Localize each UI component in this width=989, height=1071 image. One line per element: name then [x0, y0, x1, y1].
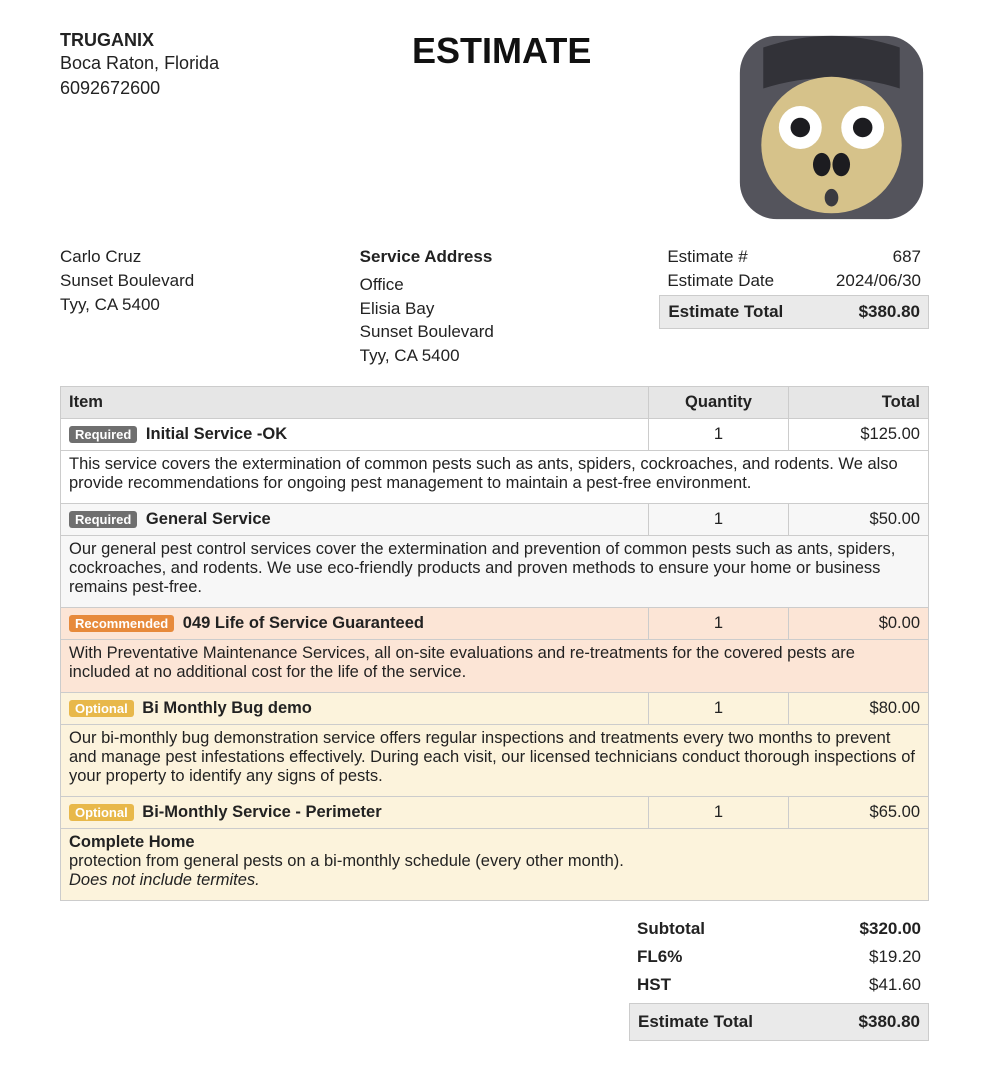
item-tag: Optional: [69, 804, 134, 821]
table-row: Optional Bi Monthly Bug demo 1$80.00: [61, 692, 929, 724]
item-total: $65.00: [789, 796, 929, 828]
item-qty: 1: [649, 418, 789, 450]
table-row: Recommended 049 Life of Service Guarante…: [61, 607, 929, 639]
item-total: $50.00: [789, 503, 929, 535]
item-description: Our general pest control services cover …: [61, 535, 929, 607]
item-tag: Recommended: [69, 615, 174, 632]
table-row-desc: Our general pest control services cover …: [61, 535, 929, 607]
service-address-block: Service Address Office Elisia Bay Sunset…: [360, 245, 630, 368]
customer-line2: Tyy, CA 5400: [60, 293, 330, 317]
service-address-line4: Tyy, CA 5400: [360, 344, 630, 368]
item-description: Complete Homeprotection from general pes…: [61, 828, 929, 900]
company-name: TRUGANIX: [60, 30, 382, 51]
customer-name: Carlo Cruz: [60, 245, 330, 269]
item-total: $80.00: [789, 692, 929, 724]
tax1-value: $19.20: [869, 947, 921, 967]
customer-line1: Sunset Boulevard: [60, 269, 330, 293]
table-row: Required General Service 1$50.00: [61, 503, 929, 535]
item-description: This service covers the extermination of…: [61, 450, 929, 503]
item-total: $125.00: [789, 418, 929, 450]
table-row: Required Initial Service -OK 1$125.00: [61, 418, 929, 450]
item-description: Our bi-monthly bug demonstration service…: [61, 724, 929, 796]
item-qty: 1: [649, 692, 789, 724]
item-qty: 1: [649, 607, 789, 639]
tax2-label: HST: [637, 975, 671, 995]
gorilla-icon: [734, 30, 929, 225]
col-total: Total: [789, 386, 929, 418]
company-logo: [734, 30, 929, 225]
item-name: Initial Service -OK: [141, 425, 287, 443]
totals-block: Subtotal $320.00 FL6% $19.20 HST $41.60 …: [629, 915, 929, 1041]
grand-total-label: Estimate Total: [638, 1012, 753, 1032]
estimate-number: 687: [893, 247, 921, 267]
estimate-number-label: Estimate #: [667, 247, 747, 267]
service-address-line3: Sunset Boulevard: [360, 320, 630, 344]
item-qty: 1: [649, 503, 789, 535]
item-description: With Preventative Maintenance Services, …: [61, 639, 929, 692]
estimate-total-label: Estimate Total: [668, 302, 783, 322]
estimate-total: $380.80: [859, 302, 920, 322]
company-block: TRUGANIX Boca Raton, Florida 6092672600: [60, 30, 382, 101]
item-tag: Optional: [69, 700, 134, 717]
tax1-label: FL6%: [637, 947, 682, 967]
table-row-desc: Our bi-monthly bug demonstration service…: [61, 724, 929, 796]
estimate-meta-block: Estimate # 687 Estimate Date 2024/06/30 …: [659, 245, 929, 329]
subtotal-value: $320.00: [860, 919, 921, 939]
col-item: Item: [61, 386, 649, 418]
estimate-date: 2024/06/30: [836, 271, 921, 291]
table-row: Optional Bi-Monthly Service - Perimeter 1…: [61, 796, 929, 828]
customer-block: Carlo Cruz Sunset Boulevard Tyy, CA 5400: [60, 245, 330, 316]
service-address-line2: Elisia Bay: [360, 297, 630, 321]
item-name: General Service: [141, 510, 270, 528]
items-table: Item Quantity Total Required Initial Ser…: [60, 386, 929, 901]
company-phone: 6092672600: [60, 76, 382, 101]
table-row-desc: With Preventative Maintenance Services, …: [61, 639, 929, 692]
item-name: 049 Life of Service Guaranteed: [178, 614, 424, 632]
item-total: $0.00: [789, 607, 929, 639]
table-row-desc: Complete Homeprotection from general pes…: [61, 828, 929, 900]
item-name: Bi-Monthly Service - Perimeter: [138, 803, 382, 821]
company-address: Boca Raton, Florida: [60, 51, 382, 76]
item-qty: 1: [649, 796, 789, 828]
subtotal-label: Subtotal: [637, 919, 705, 939]
document-title: ESTIMATE: [382, 30, 734, 72]
item-name: Bi Monthly Bug demo: [138, 699, 312, 717]
grand-total-value: $380.80: [859, 1012, 920, 1032]
col-qty: Quantity: [649, 386, 789, 418]
item-tag: Required: [69, 426, 137, 443]
item-tag: Required: [69, 511, 137, 528]
service-address-heading: Service Address: [360, 245, 630, 269]
tax2-value: $41.60: [869, 975, 921, 995]
table-row-desc: This service covers the extermination of…: [61, 450, 929, 503]
estimate-date-label: Estimate Date: [667, 271, 774, 291]
service-address-line1: Office: [360, 273, 630, 297]
